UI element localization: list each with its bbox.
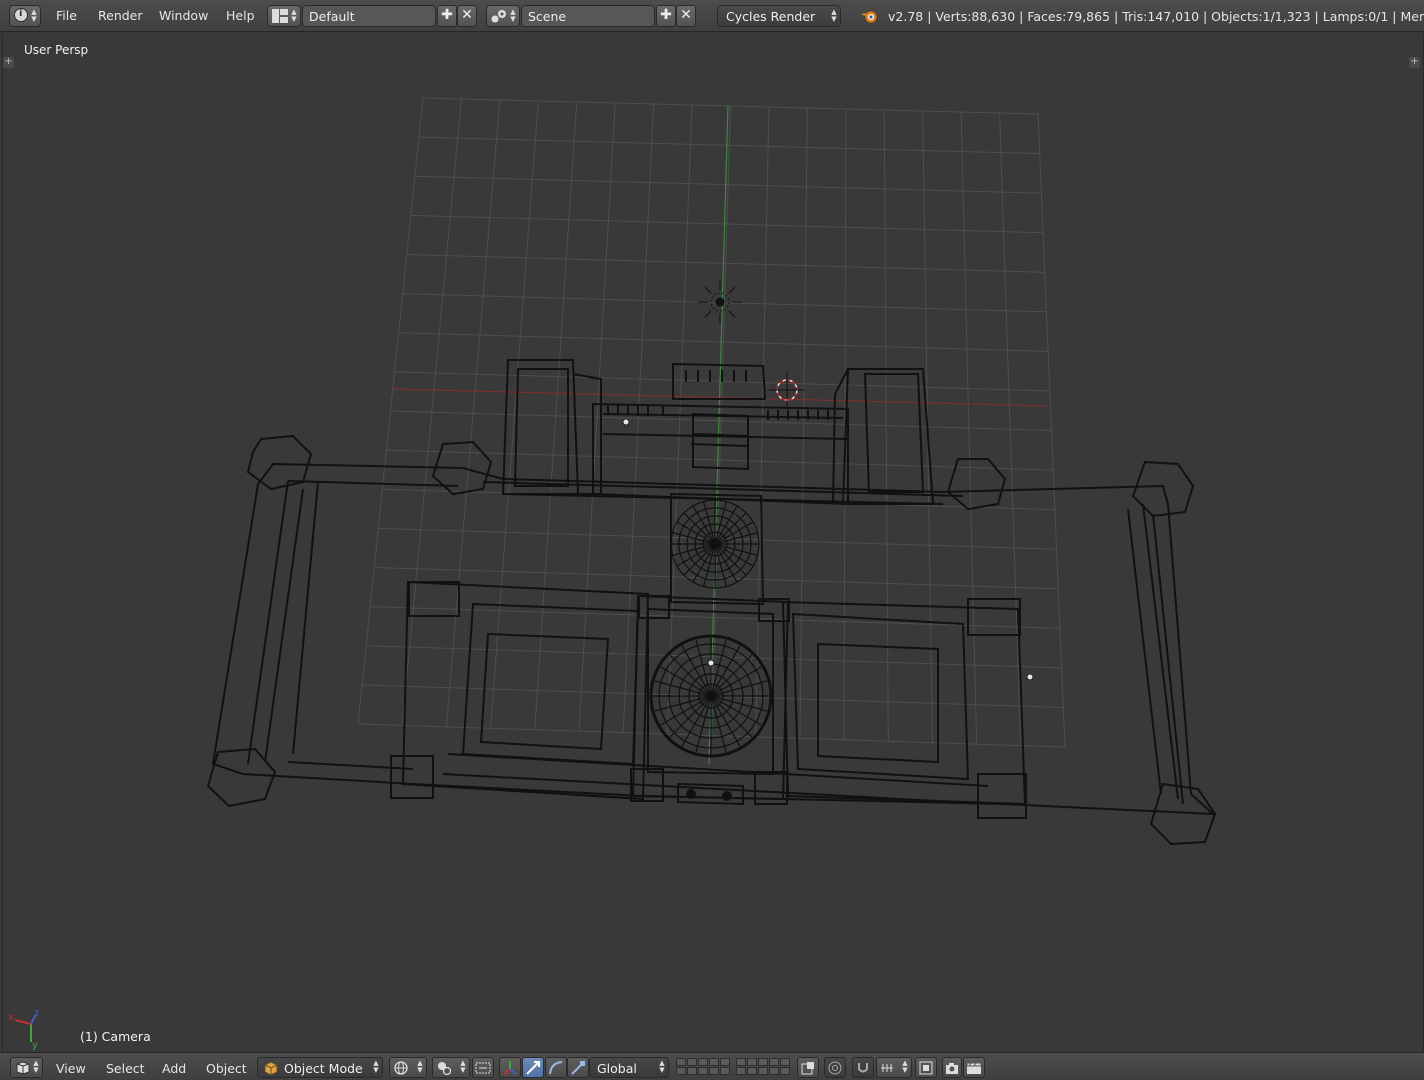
proportional-editing-button[interactable]: [824, 1057, 846, 1078]
menu-help[interactable]: Help: [226, 8, 255, 23]
layout-icon: [272, 9, 288, 23]
updown-arrow-icon: ▲ ▼: [31, 8, 37, 23]
active-object-label: (1) Camera: [80, 1029, 151, 1044]
editor-type-button[interactable]: ▲▼: [9, 5, 41, 27]
camera-icon: [946, 1063, 958, 1074]
menu-window[interactable]: Window: [159, 8, 208, 23]
manipulator-axes-icon: [503, 1061, 517, 1075]
snap-element-dropdown[interactable]: ▲ ▼: [876, 1057, 912, 1078]
viewport-shading-dropdown[interactable]: ▲ ▼: [389, 1057, 427, 1078]
axis-gizmo: x y z: [8, 1008, 39, 1051]
arrow-icon: [526, 1061, 540, 1075]
clapperboard-icon: [966, 1062, 982, 1074]
add-layout-button[interactable]: ✚: [437, 5, 457, 27]
castle-wireframe: [206, 359, 1217, 846]
menu-select[interactable]: Select: [106, 1061, 145, 1076]
transform-orientation-dropdown[interactable]: Global ▲ ▼: [589, 1057, 669, 1078]
layers-lock-icon: [801, 1062, 814, 1075]
viewport-canvas[interactable]: x y z: [3, 34, 1423, 1052]
scene-browse-button[interactable]: ▲ ▼: [486, 5, 520, 27]
mode-label: Object Mode: [284, 1061, 363, 1076]
screen-layout-browse-button[interactable]: ▲ ▼: [267, 5, 301, 27]
render-opengl-animation-button[interactable]: [963, 1057, 985, 1078]
front-dome: [649, 634, 773, 758]
updown-arrow-icon: ▲ ▼: [831, 8, 837, 23]
axis-x-label: x: [8, 1012, 14, 1023]
blender-logo-icon: [861, 11, 877, 23]
render-engine-dropdown[interactable]: Cycles Render ▲ ▼: [717, 5, 841, 27]
dome-spoke: [654, 680, 712, 697]
menu-render[interactable]: Render: [98, 8, 143, 23]
magnet-icon: [858, 1063, 868, 1073]
scene-icon: [491, 10, 506, 23]
proportional-circle-icon: [828, 1061, 842, 1075]
pivot-point-dropdown[interactable]: ▲ ▼: [432, 1057, 470, 1078]
render-engine-label: Cycles Render: [726, 9, 816, 24]
info-header: ▲▼ File Render Window Help ▲▼ Default ✚ …: [0, 0, 1424, 32]
rotate-arc-icon: [549, 1061, 563, 1075]
screen-layout-field[interactable]: Default: [302, 5, 436, 27]
center-points-icon: [475, 1062, 491, 1074]
interaction-mode-dropdown[interactable]: Object Mode ▲ ▼: [257, 1057, 383, 1078]
snap-toggle-button[interactable]: [852, 1057, 874, 1078]
menu-add[interactable]: Add: [162, 1061, 186, 1076]
3d-view-icon: [16, 1061, 30, 1075]
manipulate-center-points-button[interactable]: [472, 1057, 494, 1078]
lock-camera-layers-button[interactable]: [797, 1057, 819, 1078]
object-mode-cube-icon: [264, 1061, 278, 1075]
3d-viewport[interactable]: x y z User Persp (1) Camera + +: [2, 34, 1424, 1052]
remove-layout-button[interactable]: ✕: [457, 5, 477, 27]
dome-spoke: [710, 695, 768, 712]
properties-toggle[interactable]: +: [1409, 57, 1420, 68]
dome-spoke: [710, 695, 727, 753]
menu-view[interactable]: View: [56, 1061, 86, 1076]
snap-target-button[interactable]: [915, 1057, 937, 1078]
scene-field[interactable]: Scene: [521, 5, 655, 27]
scene-layers-group-2[interactable]: [736, 1058, 790, 1075]
toolshelf-toggle[interactable]: +: [3, 57, 14, 68]
menu-object[interactable]: Object: [206, 1061, 247, 1076]
3d-cursor[interactable]: [769, 372, 805, 408]
lamp-object[interactable]: [698, 280, 742, 324]
axis-z-label: z: [34, 1008, 39, 1019]
dome-spoke: [710, 680, 768, 697]
pivot-icon: [438, 1062, 451, 1075]
dome-spoke: [695, 695, 712, 753]
wireframe-sphere-icon: [394, 1061, 408, 1075]
3d-view-header: ▲ ▼ View Select Add Object Object Mode ▲ ▼…: [0, 1052, 1424, 1080]
editor-type-button[interactable]: ▲▼: [10, 1057, 43, 1078]
dome-spoke: [654, 695, 712, 712]
object-origin-dot: [707, 659, 715, 667]
object-origin-dot: [622, 418, 630, 426]
axis-y-label: y: [32, 1040, 38, 1051]
info-icon: [14, 8, 28, 22]
scene-statistics: v2.78 | Verts:88,630 | Faces:79,865 | Tr…: [888, 9, 1424, 24]
object-origin-dot: [1026, 673, 1034, 681]
manipulator-toggle-button[interactable]: [499, 1057, 521, 1078]
view-name-label: User Persp: [24, 43, 89, 57]
translate-manipulator-button[interactable]: [522, 1057, 544, 1078]
x-axis-line: [392, 388, 1049, 407]
snap-target-icon: [919, 1061, 933, 1075]
scene-layers-group-1[interactable]: [676, 1058, 730, 1075]
orientation-label: Global: [597, 1061, 637, 1076]
dome-spoke: [695, 639, 712, 697]
snap-increment-icon: [881, 1064, 893, 1072]
remove-scene-button[interactable]: ✕: [676, 5, 696, 27]
scale-icon: [571, 1061, 585, 1075]
menu-file[interactable]: File: [56, 8, 77, 23]
render-opengl-image-button[interactable]: [942, 1057, 962, 1078]
add-scene-button[interactable]: ✚: [656, 5, 676, 27]
scale-manipulator-button[interactable]: [567, 1057, 589, 1078]
rotate-manipulator-button[interactable]: [545, 1057, 567, 1078]
rear-dome: [670, 499, 760, 589]
